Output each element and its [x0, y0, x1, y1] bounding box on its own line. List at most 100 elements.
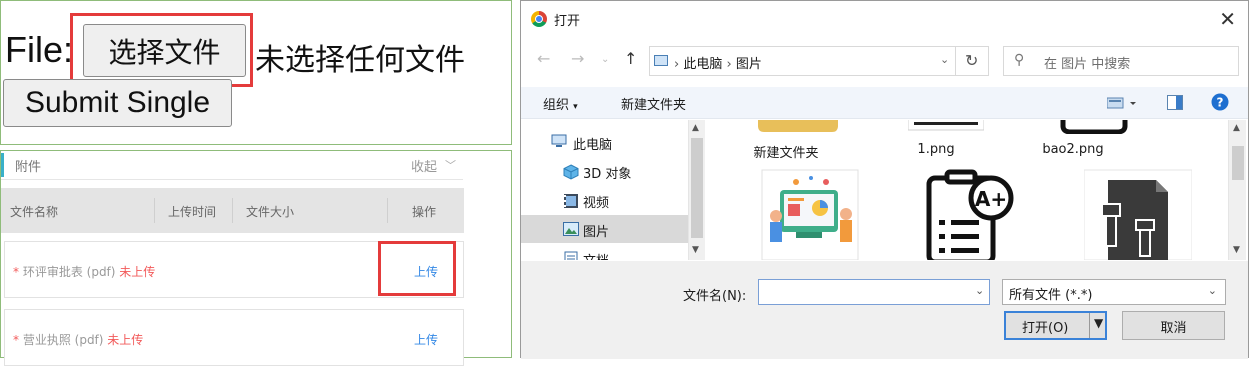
nav-item-this-pc[interactable]: 此电脑 — [521, 128, 688, 156]
open-file-dialog: 打开 ✕ ← → ⌄ ↑ › 此电脑 › 图片 ⌄ ↻ ⚲ 在 图片 中搜索 组… — [520, 0, 1249, 359]
file-name: 1.png — [917, 142, 955, 157]
chevron-down-icon[interactable]: ﹀ — [445, 157, 456, 173]
table-row: * 营业执照 (pdf) 未上传 上传 — [4, 309, 464, 366]
nav-label: 视频 — [583, 196, 610, 211]
scrollbar-thumb[interactable] — [1232, 146, 1244, 180]
highlight-upload-link — [378, 241, 456, 296]
forward-arrow-icon[interactable]: → — [571, 49, 584, 68]
cancel-button[interactable]: 取消 — [1122, 311, 1225, 340]
file-item-image[interactable] — [1083, 168, 1193, 260]
chevron-down-icon: ⌄ — [1207, 284, 1217, 297]
file-upload-form: File: 选择文件 未选择任何文件 Submit Single — [0, 0, 512, 145]
file-item-new-folder[interactable]: 新建文件夹 — [716, 120, 856, 162]
3d-objects-icon — [563, 164, 579, 180]
open-options-dropdown-icon[interactable]: ▼ — [1094, 316, 1103, 330]
pc-icon — [654, 55, 668, 66]
address-dropdown-chevron-icon[interactable]: ⌄ — [940, 53, 949, 66]
illustration-thumbnail-icon — [761, 169, 859, 260]
search-icon: ⚲ — [1014, 52, 1025, 68]
file-item-image[interactable]: A+ — [919, 168, 1027, 260]
nav-item-documents[interactable]: 文档 — [521, 244, 688, 260]
scrollbar-thumb[interactable] — [691, 138, 703, 238]
search-input[interactable]: ⚲ 在 图片 中搜索 — [1003, 46, 1239, 76]
chrome-icon — [531, 11, 547, 27]
file-list-scrollbar[interactable]: ▲ ▼ — [1228, 120, 1246, 260]
breadcrumb-pictures[interactable]: 图片 — [736, 57, 762, 72]
svg-text:?: ? — [1217, 96, 1224, 110]
upload-link[interactable]: 上传 — [414, 331, 438, 348]
scroll-down-arrow-icon[interactable]: ▼ — [1233, 245, 1240, 255]
command-bar: 组织 ▾ 新建文件夹 ? — [521, 87, 1248, 119]
image-thumbnail-icon — [1060, 120, 1128, 134]
table-header: 文件名称 上传时间 文件大小 操作 — [1, 188, 464, 233]
collapse-toggle[interactable]: 收起 — [411, 156, 437, 175]
file-type-select[interactable]: 所有文件 (*.*) ⌄ — [1002, 279, 1226, 305]
help-icon[interactable]: ? — [1211, 93, 1229, 115]
file-name: bao2.png — [1042, 142, 1104, 157]
grade-report-thumbnail-icon: A+ — [919, 169, 1027, 260]
section-divider — [1, 179, 463, 180]
file-name-text: 营业执照 (pdf) — [22, 333, 104, 347]
organize-menu[interactable]: 组织 ▾ — [543, 94, 578, 113]
column-divider — [387, 198, 388, 223]
nav-label: 3D 对象 — [583, 167, 632, 182]
scroll-down-arrow-icon[interactable]: ▼ — [692, 245, 699, 255]
breadcrumb-separator-icon: › — [674, 57, 684, 72]
col-header-upload-time: 上传时间 — [168, 205, 217, 219]
split-divider — [1089, 313, 1090, 338]
scroll-up-arrow-icon[interactable]: ▲ — [692, 123, 699, 133]
file-item-1-png[interactable]: 1.png — [866, 120, 1006, 162]
scroll-up-arrow-icon[interactable]: ▲ — [1233, 123, 1240, 133]
required-mark: * — [13, 265, 19, 279]
refresh-icon: ↻ — [965, 51, 979, 70]
close-icon[interactable]: ✕ — [1219, 7, 1236, 31]
filename-history-chevron-icon[interactable]: ⌄ — [975, 284, 984, 297]
nav-label: 此电脑 — [573, 138, 613, 153]
chevron-down-icon: ▾ — [573, 102, 578, 112]
nav-pane-scrollbar[interactable]: ▲ ▼ — [688, 120, 705, 260]
refresh-button[interactable]: ↻ — [956, 46, 989, 76]
breadcrumb-separator-icon: › — [722, 57, 736, 72]
collapse-label: 收起 — [410, 160, 437, 175]
view-options-icon[interactable] — [1106, 97, 1137, 113]
nav-item-pictures[interactable]: 图片 — [521, 215, 688, 243]
up-arrow-icon[interactable]: ↑ — [624, 49, 637, 68]
nav-label: 文档 — [583, 250, 609, 260]
folder-icon — [758, 120, 838, 132]
no-file-selected-text: 未选择任何文件 — [255, 43, 465, 78]
submit-single-button[interactable]: Submit Single — [3, 79, 232, 127]
row-file-name: * 环评审批表 (pdf) 未上传 — [13, 263, 155, 280]
upload-status: 未上传 — [119, 265, 156, 279]
search-placeholder: 在 图片 中搜索 — [1044, 57, 1131, 72]
video-icon — [563, 193, 579, 208]
row-file-name: * 营业执照 (pdf) 未上传 — [13, 331, 143, 348]
preview-pane-icon[interactable] — [1167, 95, 1183, 114]
address-bar[interactable]: › 此电脑 › 图片 ⌄ — [649, 46, 956, 76]
pc-icon — [551, 134, 567, 152]
new-folder-button[interactable]: 新建文件夹 — [621, 94, 686, 113]
file-name: 新建文件夹 — [753, 146, 819, 161]
upload-status: 未上传 — [107, 333, 144, 347]
open-button-label: 打开(O) — [1022, 321, 1069, 336]
file-item-image[interactable] — [756, 168, 864, 260]
highlight-choose-file — [70, 13, 253, 87]
filename-input[interactable] — [758, 279, 990, 305]
breadcrumb-this-pc[interactable]: 此电脑 — [683, 57, 722, 72]
file-item-bao2-png[interactable]: bao2.png — [1003, 120, 1143, 162]
file-label: File: — [5, 29, 74, 70]
nav-label: 图片 — [583, 225, 610, 240]
file-list: 新建文件夹 1.png bao2.png A+ — [706, 120, 1228, 260]
column-divider — [154, 198, 155, 223]
recent-locations-chevron-icon[interactable]: ⌄ — [601, 54, 609, 65]
back-arrow-icon[interactable]: ← — [537, 49, 550, 68]
nav-item-3d-objects[interactable]: 3D 对象 — [521, 157, 688, 185]
document-thumbnail-icon — [1083, 169, 1193, 260]
cancel-button-label: 取消 — [1160, 321, 1187, 336]
file-type-value: 所有文件 (*.*) — [1009, 288, 1093, 303]
dialog-footer: 文件名(N): ⌄ 所有文件 (*.*) ⌄ 打开(O) ▼ 取消 — [521, 261, 1248, 359]
column-divider — [232, 198, 233, 223]
col-header-action: 操作 — [412, 205, 437, 219]
open-button[interactable]: 打开(O) ▼ — [1004, 311, 1107, 340]
col-header-name: 文件名称 — [10, 205, 59, 219]
nav-item-videos[interactable]: 视频 — [521, 186, 688, 214]
